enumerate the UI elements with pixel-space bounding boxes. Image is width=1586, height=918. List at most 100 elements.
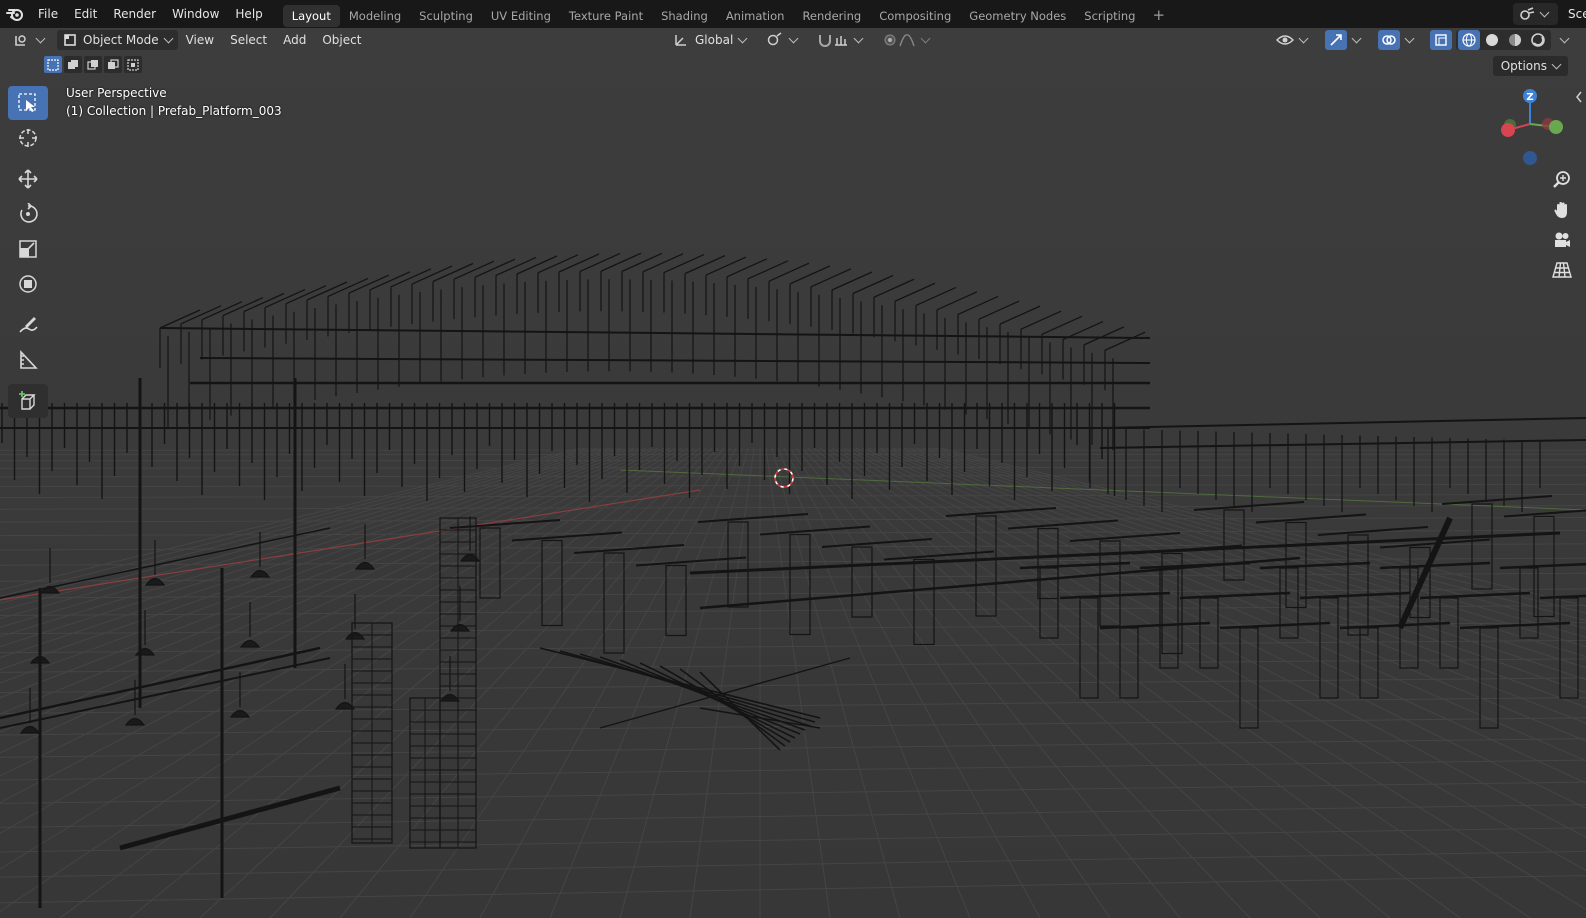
chevron-down-icon	[1551, 59, 1562, 70]
select-new-icon	[47, 58, 59, 71]
gizmo-x-dot[interactable]	[1501, 123, 1515, 137]
chevron-down-icon	[35, 33, 46, 44]
snap-element-icon[interactable]	[833, 32, 849, 48]
menu-add[interactable]: Add	[275, 33, 314, 47]
pan-button[interactable]	[1548, 198, 1576, 222]
viewport-header: Object Mode View Select Add Object Globa…	[0, 28, 1586, 52]
tool-scale[interactable]	[8, 232, 48, 266]
camera-view-button[interactable]	[1548, 228, 1576, 252]
select-intersect-button[interactable]	[124, 56, 142, 73]
gizmo-y-dot[interactable]	[1549, 120, 1563, 134]
3d-viewport[interactable]: Object Mode View Select Add Object Globa…	[0, 28, 1586, 918]
overlay-icon[interactable]	[1378, 30, 1400, 50]
solid-sphere-icon	[1486, 34, 1498, 46]
tab-sculpting[interactable]: Sculpting	[410, 5, 482, 27]
tab-compositing[interactable]: Compositing	[870, 5, 960, 27]
falloff-icon[interactable]	[898, 32, 916, 48]
tool-rotate[interactable]	[8, 197, 48, 231]
navigation-tools	[1548, 168, 1576, 282]
orientation-icon	[675, 35, 686, 46]
gizmo-z-neg-dot[interactable]	[1523, 151, 1537, 165]
view-perspective-label: User Perspective	[66, 86, 167, 100]
tool-cursor[interactable]	[8, 121, 48, 155]
viewport-background	[0, 28, 1586, 918]
zoom-button[interactable]	[1548, 168, 1576, 192]
measure-icon	[20, 349, 38, 369]
menu-object[interactable]: Object	[314, 33, 369, 47]
select-invert-button[interactable]	[104, 56, 122, 73]
chevron-down-icon	[853, 33, 864, 44]
solid-shading-button[interactable]	[1481, 30, 1503, 50]
menu-edit[interactable]: Edit	[66, 0, 105, 28]
shading-modes	[1456, 30, 1551, 50]
visibility-selector[interactable]	[1271, 30, 1316, 50]
hand-icon	[1554, 202, 1567, 218]
transform-orientation-selector[interactable]: Global	[668, 30, 755, 50]
magnet-icon	[819, 35, 832, 47]
proportional-icon	[884, 34, 896, 46]
material-shading-button[interactable]	[1504, 30, 1526, 50]
tab-rendering[interactable]: Rendering	[793, 5, 870, 27]
top-menu-bar: File Edit Render Window Help Layout Mode…	[0, 0, 1586, 28]
chevron-down-icon	[737, 33, 748, 44]
xray-icon	[1435, 34, 1447, 46]
tab-uv-editing[interactable]: UV Editing	[482, 5, 560, 27]
select-invert-icon	[108, 58, 119, 69]
select-subtract-button[interactable]	[84, 56, 102, 73]
scene-name[interactable]: Scen	[1562, 7, 1586, 21]
menu-file[interactable]: File	[30, 0, 66, 28]
select-extend-button[interactable]	[64, 56, 82, 73]
tab-layout[interactable]: Layout	[282, 5, 340, 27]
tool-add-cube[interactable]	[8, 384, 48, 418]
menu-help[interactable]: Help	[227, 0, 270, 28]
tool-select-box[interactable]	[8, 86, 48, 120]
tool-transform[interactable]	[8, 267, 48, 301]
move-icon	[18, 169, 38, 189]
select-new-button[interactable]	[44, 56, 62, 73]
snap-toggle[interactable]	[812, 30, 871, 50]
chevron-down-icon	[788, 33, 799, 44]
gizmo-icon[interactable]	[1325, 30, 1347, 50]
menu-window[interactable]: Window	[164, 0, 227, 28]
menu-render[interactable]: Render	[105, 0, 164, 28]
mode-selector[interactable]: Object Mode	[57, 30, 178, 50]
mode-label: Object Mode	[83, 33, 159, 47]
chevron-down-icon	[920, 33, 931, 44]
menu-select[interactable]: Select	[222, 33, 275, 47]
xray-toggle[interactable]	[1430, 30, 1452, 50]
tab-shading[interactable]: Shading	[652, 5, 717, 27]
scene-selector[interactable]	[1513, 3, 1558, 25]
wireframe-shading-button[interactable]	[1458, 30, 1480, 50]
viewport-scene[interactable]	[0, 28, 1586, 918]
chevron-down-icon	[1404, 33, 1415, 44]
tab-modeling[interactable]: Modeling	[340, 5, 410, 27]
editor-type-icon	[15, 35, 26, 46]
options-dropdown[interactable]: Options	[1492, 56, 1568, 76]
add-cube-icon	[19, 391, 36, 410]
tool-measure[interactable]	[8, 343, 48, 377]
tab-scripting[interactable]: Scripting	[1075, 5, 1144, 27]
menu-view[interactable]: View	[178, 33, 222, 47]
tab-geometry-nodes[interactable]: Geometry Nodes	[960, 5, 1075, 27]
active-object-label: (1) Collection | Prefab_Platform_003	[66, 104, 282, 118]
pivot-icon	[768, 32, 782, 46]
shading-options-chevron-icon[interactable]	[1559, 33, 1570, 44]
add-workspace-button[interactable]: +	[1144, 6, 1173, 24]
perspective-toggle-button[interactable]	[1548, 258, 1576, 282]
select-subtract-icon	[87, 59, 98, 70]
select-extend-icon	[68, 59, 78, 69]
proportional-editing[interactable]	[877, 30, 938, 50]
rendered-shading-button[interactable]	[1527, 30, 1549, 50]
navigation-gizmo[interactable]: Z	[1490, 84, 1570, 168]
gizmo-toggle[interactable]	[1320, 30, 1369, 50]
sidebar-toggle-icon[interactable]	[1574, 90, 1584, 104]
editor-type-button[interactable]	[8, 30, 53, 50]
pivot-point-selector[interactable]	[761, 30, 806, 50]
blender-logo-icon[interactable]	[0, 0, 30, 28]
overlay-toggle[interactable]	[1373, 30, 1422, 50]
tab-texture-paint[interactable]: Texture Paint	[560, 5, 652, 27]
tool-annotate[interactable]	[8, 308, 48, 342]
transform-tools: Global	[668, 30, 938, 50]
tab-animation[interactable]: Animation	[717, 5, 794, 27]
tool-move[interactable]	[8, 162, 48, 196]
